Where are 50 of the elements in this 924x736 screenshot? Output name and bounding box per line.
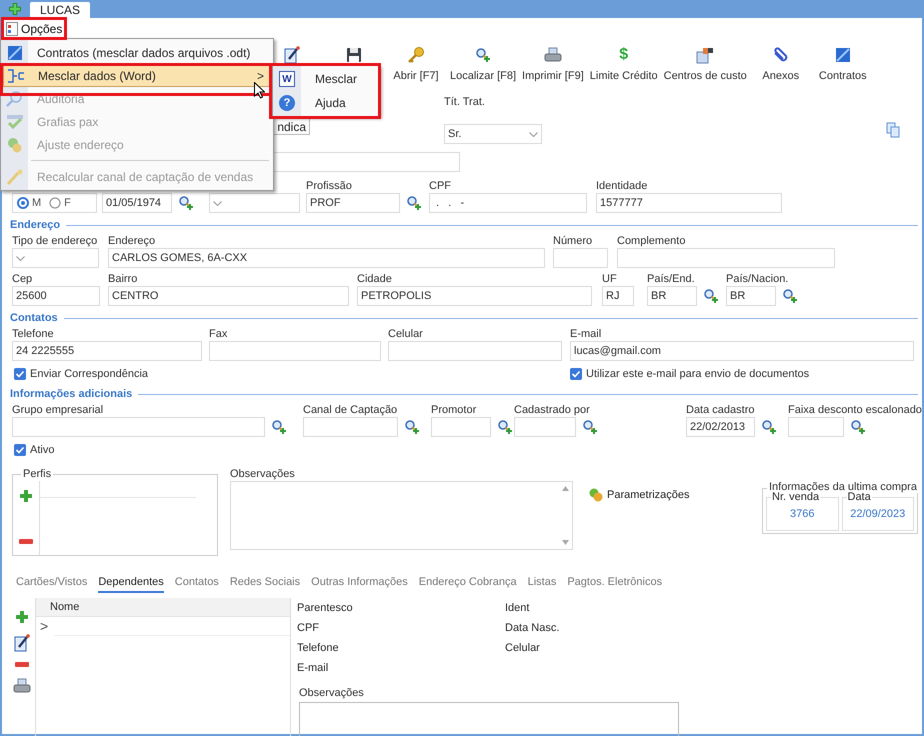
field-label: Celular — [505, 642, 541, 654]
section-title: Informações adicionais — [10, 388, 132, 400]
field-label: Telefone — [12, 328, 55, 340]
field-label: Complemento — [617, 235, 686, 247]
field-label: Observações — [230, 468, 296, 480]
checkbox-label: Enviar Correspondência — [30, 368, 148, 380]
field-label: Bairro — [108, 273, 138, 285]
field-label: CPF — [429, 180, 452, 192]
group-title: Informações da ultima compra — [767, 481, 919, 493]
dollar-icon: $ — [619, 46, 628, 64]
checkbox-label: Utilizar este e-mail para envio de documentos — [586, 368, 810, 380]
field-label: E-mail — [570, 328, 602, 340]
field-label: Data cadastro — [686, 404, 756, 416]
column-header: Nome — [50, 601, 80, 613]
field-label: Grupo empresarial — [12, 404, 104, 416]
field-label: Cadastrado por — [514, 404, 591, 416]
field-label: Parentesco — [297, 602, 354, 614]
row-marker: > — [40, 618, 48, 634]
field-label: Canal de Captação — [303, 404, 398, 416]
section-title: Endereço — [10, 219, 60, 231]
radio-label: F — [64, 197, 71, 209]
field-label: Tipo de endereço — [12, 235, 98, 247]
field-label: País/Nacion. — [726, 273, 790, 285]
field-label: Promotor — [431, 404, 478, 416]
section-title: Contatos — [10, 312, 58, 324]
radio-label: M — [32, 197, 42, 209]
field-label: Telefone — [297, 642, 340, 654]
checkbox-label: Ativo — [30, 444, 54, 456]
field-label: Data Nasc. — [505, 622, 560, 634]
field-label: Cep — [12, 273, 34, 285]
field-label: UF — [602, 273, 618, 285]
field-label: Fax — [209, 328, 228, 340]
field-label: E-mail — [297, 662, 330, 674]
field-label: Observações — [299, 687, 364, 699]
column-header: Data — [846, 491, 872, 503]
field-label: CPF — [297, 622, 320, 634]
field-label: Endereço — [108, 235, 156, 247]
field-label: Profissão — [306, 180, 353, 192]
field-label: Celular — [388, 328, 424, 340]
column-header: Nr. venda — [771, 491, 820, 503]
column-value: 3766 — [790, 508, 814, 520]
field-label: Ident — [505, 602, 530, 614]
field-label: Identidade — [596, 180, 648, 192]
field-label: Faixa desconto escalonado — [788, 404, 923, 416]
field-label: País/End. — [647, 273, 696, 285]
field-label: Tít. Trat. — [444, 96, 486, 108]
column-value: 22/09/2023 — [850, 508, 906, 520]
group-title: Perfis — [21, 468, 54, 480]
field-label: Cidade — [357, 273, 393, 285]
field-label: Número — [553, 235, 594, 247]
